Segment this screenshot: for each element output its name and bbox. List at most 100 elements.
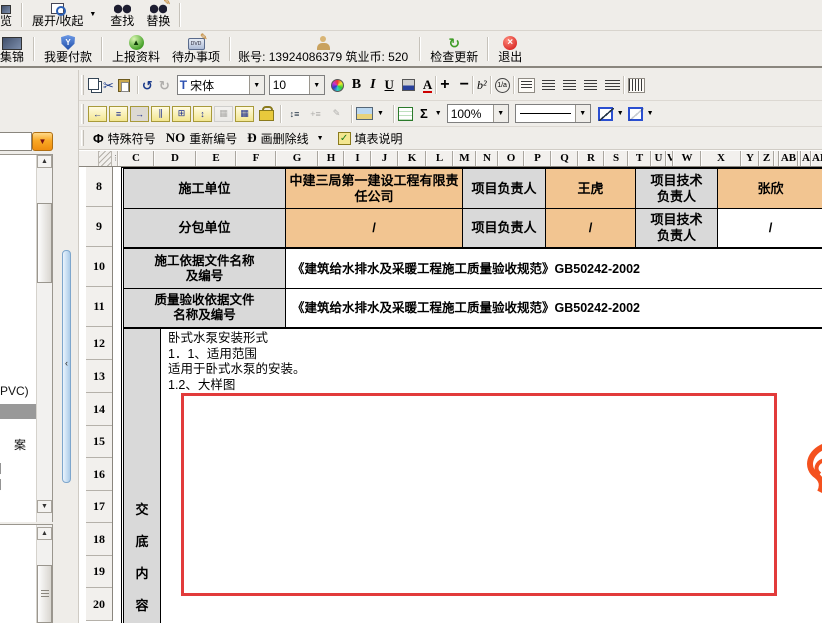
clear-diagonal-dropdown-icon[interactable]: ▼ [647, 110, 654, 117]
redo-icon[interactable]: ↻ [159, 79, 170, 92]
line-spacing-icon[interactable]: ↕≡ [285, 106, 304, 122]
shading-icon[interactable]: ▦ [214, 106, 233, 122]
cell-construction-unit-label[interactable]: 施工单位 [124, 169, 286, 208]
cell-subcontractor-label[interactable]: 分包单位 [124, 209, 286, 247]
merge-center-icon[interactable]: ≡ [109, 106, 128, 122]
scrollbar-thumb[interactable] [37, 203, 52, 283]
paragraph-format-icon[interactable] [518, 78, 535, 93]
column-header-L[interactable]: L [426, 151, 453, 166]
insert-cell-icon[interactable]: ⊞ [172, 106, 191, 122]
tree-item-partial-2[interactable]: 丨 [0, 476, 6, 493]
font-family-select[interactable]: T 宋体 ▼ [177, 75, 265, 95]
cell-tech-manager-label[interactable]: 项目技术负责人 [636, 209, 718, 247]
insert-image-icon[interactable] [356, 107, 373, 120]
diagonal-dropdown-icon[interactable]: ▼ [617, 110, 624, 117]
diagonal-border-icon[interactable] [598, 107, 613, 121]
row-header-9[interactable]: 9 [86, 207, 112, 247]
new-table-icon[interactable]: ▦ [235, 106, 254, 122]
column-header-S[interactable]: S [604, 151, 628, 166]
copy-icon[interactable] [88, 78, 99, 90]
column-header-P[interactable]: P [524, 151, 551, 166]
vertical-text-icon[interactable] [628, 78, 645, 93]
image-dropdown-icon[interactable]: ▼ [377, 110, 384, 117]
superscript-button[interactable]: b² [477, 78, 487, 93]
line-style-dropdown[interactable]: ▼ [575, 105, 590, 122]
column-header-W[interactable]: W [673, 151, 701, 166]
toolbar-grip[interactable] [81, 104, 84, 124]
sidebar-combo-field[interactable] [0, 132, 32, 151]
row-header-13[interactable]: 13 [86, 360, 112, 393]
column-header-K[interactable]: K [398, 151, 426, 166]
decrease-size-button[interactable]: − [460, 76, 469, 94]
split-cells-icon[interactable]: ∥ [151, 106, 170, 122]
color-wheel-icon[interactable] [331, 79, 344, 92]
column-header-AF[interactable]: AF [811, 151, 822, 166]
insert-left-icon[interactable]: ← [88, 106, 107, 122]
cell-quality-basis-value[interactable]: 《建筑给水排水及采暖工程施工质量验收规范》GB50242-2002 [286, 289, 822, 327]
column-header-T[interactable]: T [628, 151, 651, 166]
zoom-dropdown[interactable]: ▼ [493, 105, 508, 122]
align-justify-icon[interactable] [605, 80, 620, 91]
cell-project-manager-label[interactable]: 项目负责人 [463, 169, 546, 208]
column-header-V[interactable]: V [666, 151, 673, 166]
exit-button[interactable]: × 退出 [492, 32, 528, 66]
align-right-icon[interactable] [584, 80, 597, 91]
toolbar-grip[interactable] [81, 130, 84, 146]
row-header-14[interactable]: 14 [86, 393, 112, 426]
insert-right-icon[interactable]: → [130, 106, 149, 122]
highlight-icon[interactable] [402, 79, 415, 91]
column-header-J[interactable]: J [371, 151, 398, 166]
special-symbol-button[interactable]: Φ 特殊符号 [88, 128, 161, 149]
pay-button[interactable]: Y 我要付款 [38, 32, 98, 66]
row-header-16[interactable]: 16 [86, 458, 112, 491]
split-table-icon[interactable]: ↕ [193, 106, 212, 122]
tree-item-pvc[interactable]: PVC) [0, 384, 29, 398]
form-note-button[interactable]: ✓ 填表说明 [333, 128, 408, 149]
todo-button[interactable]: DVD 待办事项 [166, 32, 226, 66]
expand-collapse-dropdown[interactable]: ▼ [89, 0, 104, 30]
cell-tech-manager-value[interactable]: 张欣 [718, 169, 822, 208]
paragraph-spacing-icon[interactable]: +≡ [306, 106, 325, 122]
column-header-AB[interactable]: AB [779, 151, 798, 166]
column-header-AD[interactable]: AD [801, 151, 811, 166]
cell-construction-unit-value[interactable]: 中建三局第一建设工程有限责任公司 [286, 169, 463, 208]
strikethrough-button[interactable]: Ð 画删除线 ▼ [242, 128, 328, 149]
lock-icon[interactable] [259, 106, 272, 121]
collection-button-partial[interactable]: 集锦 [0, 32, 30, 66]
zoom-select[interactable]: 100% ▼ [447, 104, 509, 123]
column-header-U[interactable]: U [651, 151, 666, 166]
clear-diagonal-icon[interactable] [628, 107, 643, 121]
italic-button[interactable]: I [370, 77, 375, 93]
project-tree-panel[interactable]: PVC) 案 丨 丨 ▲ ▼ [0, 154, 53, 522]
scroll-up-button[interactable]: ▲ [37, 527, 52, 540]
row-header-18[interactable]: 18 [86, 523, 112, 556]
column-header-H[interactable]: H [318, 151, 344, 166]
expand-collapse-button[interactable]: 展开/收起 [26, 0, 89, 30]
column-header-R[interactable]: R [578, 151, 604, 166]
font-size-select[interactable]: 10 ▼ [269, 75, 325, 95]
column-header-Y[interactable]: Y [741, 151, 759, 166]
column-header-E[interactable]: E [196, 151, 236, 166]
cell-tech-manager-value[interactable]: / [718, 209, 822, 247]
cell-tech-manager-label[interactable]: 项目技术负责人 [636, 169, 718, 208]
column-header-D[interactable]: D [154, 151, 196, 166]
paste-icon[interactable] [118, 79, 130, 92]
cell-project-manager-value[interactable]: 王虎 [546, 169, 636, 208]
cell-quality-basis-label[interactable]: 质量验收依据文件名称及编号 [124, 289, 286, 327]
replace-button[interactable]: 替换 [140, 0, 176, 30]
font-size-dropdown[interactable]: ▼ [309, 76, 324, 94]
upload-button[interactable]: ▲ 上报资料 [106, 32, 166, 66]
font-color-button[interactable]: A [423, 78, 432, 93]
cell-subcontractor-value[interactable]: / [286, 209, 463, 247]
toolbar-grip[interactable] [81, 75, 84, 95]
sidebar-combo-button[interactable]: ▼ [32, 132, 53, 151]
secondary-panel[interactable]: ▲ [0, 524, 53, 623]
preview-button-partial[interactable]: 览 [0, 0, 18, 30]
row-header-15[interactable]: 15 [86, 426, 112, 458]
column-header-I[interactable]: I [344, 151, 371, 166]
sum-dropdown-icon[interactable]: ▼ [435, 110, 442, 117]
column-header-Z[interactable]: Z [759, 151, 774, 166]
cut-icon[interactable]: ✂ [103, 79, 114, 92]
scroll-down-button[interactable]: ▼ [37, 500, 52, 513]
row-header-11[interactable]: 11 [86, 287, 112, 327]
